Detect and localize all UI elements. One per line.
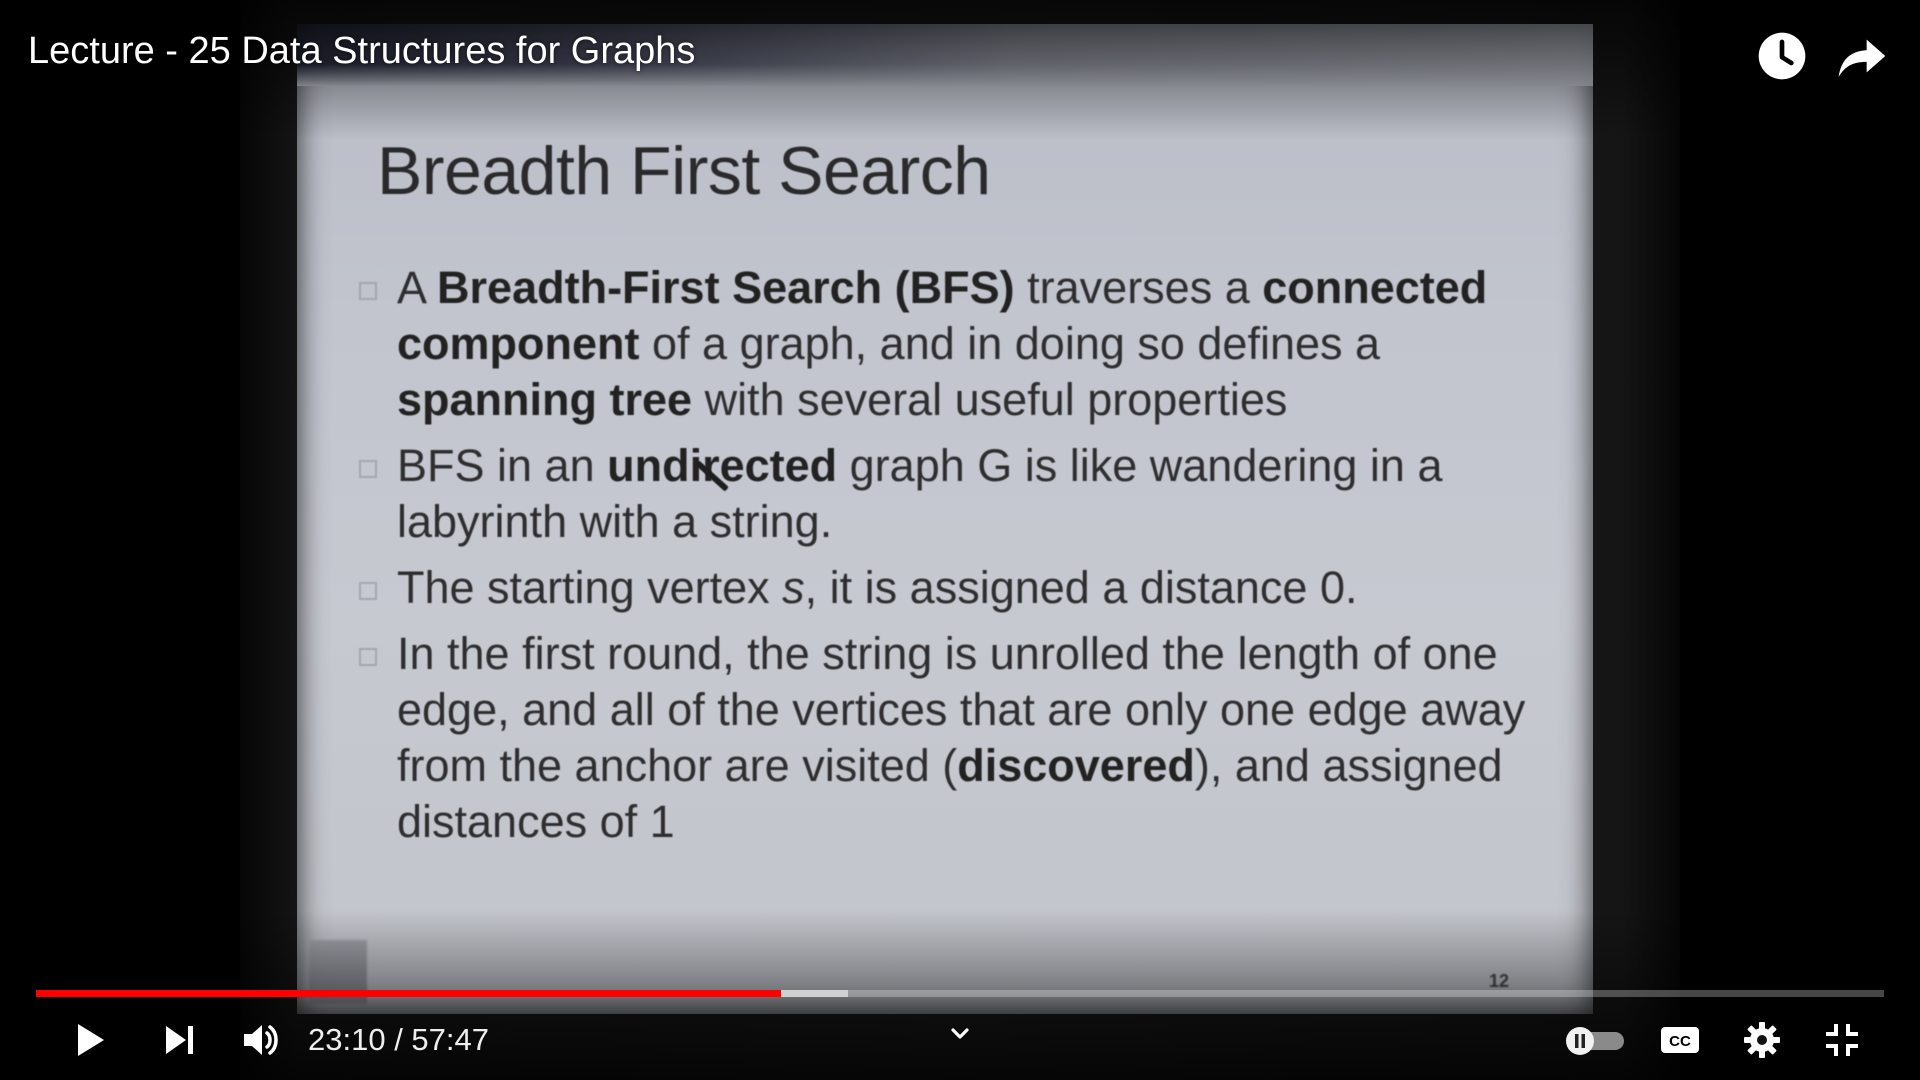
- exit-fullscreen-icon: [1826, 1024, 1858, 1056]
- bullet-text: with several useful properties: [692, 374, 1288, 425]
- bullet-square-icon: [359, 648, 377, 666]
- bullet-square-icon: [359, 282, 377, 300]
- volume-icon: [244, 1025, 278, 1055]
- slide-bullet: A Breadth-First Search (BFS) traverses a…: [359, 260, 1559, 428]
- bullet-text: traverses a: [1014, 262, 1263, 313]
- chevron-down-icon: [951, 1028, 969, 1039]
- slide-bullet: In the first round, the string is unroll…: [359, 626, 1559, 850]
- slide-bullet: The starting vertex s, it is assigned a …: [359, 560, 1559, 616]
- slide-bullet: BFS in an undirected graph G is like wan…: [359, 438, 1559, 550]
- progress-played: [36, 990, 781, 997]
- autoplay-toggle[interactable]: [1562, 1012, 1628, 1068]
- next-video-button[interactable]: [152, 1012, 208, 1068]
- lecture-slide: Breadth First Search A Breadth-First Sea…: [297, 24, 1593, 1014]
- slide-bullet-list: A Breadth-First Search (BFS) traverses a…: [359, 260, 1559, 850]
- bullet-square-icon: [359, 582, 377, 600]
- settings-button[interactable]: [1734, 1012, 1790, 1068]
- video-title[interactable]: Lecture - 25 Data Structures for Graphs: [28, 30, 695, 73]
- bullet-text: s: [782, 562, 805, 613]
- volume-button[interactable]: [232, 1012, 288, 1068]
- captions-button[interactable]: CC: [1652, 1012, 1708, 1068]
- bullet-text: BFS in an: [397, 440, 608, 491]
- video-player[interactable]: Breadth First Search A Breadth-First Sea…: [0, 0, 1920, 1080]
- play-button[interactable]: [62, 1012, 118, 1068]
- play-icon: [78, 1024, 104, 1056]
- chapter-expand-button[interactable]: [932, 1006, 988, 1062]
- bullet-text: A: [397, 262, 438, 313]
- bullet-text: of a graph, and in doing so defines a: [639, 318, 1381, 369]
- time-display: 23:10 / 57:47: [308, 1022, 489, 1057]
- progress-bar[interactable]: [36, 990, 1884, 997]
- svg-text:CC: CC: [1669, 1033, 1691, 1050]
- bullet-bold-text: discovered: [957, 740, 1195, 791]
- clock-icon: [1758, 32, 1806, 80]
- gear-icon: [1744, 1022, 1780, 1058]
- share-arrow-icon: [1838, 39, 1886, 77]
- bullet-text: The starting vertex: [397, 562, 783, 613]
- autoplay-toggle-icon: [1566, 1027, 1624, 1055]
- next-track-icon: [166, 1026, 193, 1054]
- watch-later-button[interactable]: [1754, 28, 1810, 84]
- cc-icon: CC: [1661, 1027, 1699, 1053]
- share-button[interactable]: [1834, 28, 1890, 84]
- bullet-square-icon: [359, 460, 377, 478]
- exit-fullscreen-button[interactable]: [1814, 1012, 1870, 1068]
- bullet-bold-text: spanning tree: [397, 374, 693, 425]
- bullet-text: , it is assigned a distance 0.: [804, 562, 1358, 613]
- slide-title: Breadth First Search: [377, 133, 991, 209]
- bullet-bold-text: Breadth-First Search (BFS): [437, 262, 1015, 313]
